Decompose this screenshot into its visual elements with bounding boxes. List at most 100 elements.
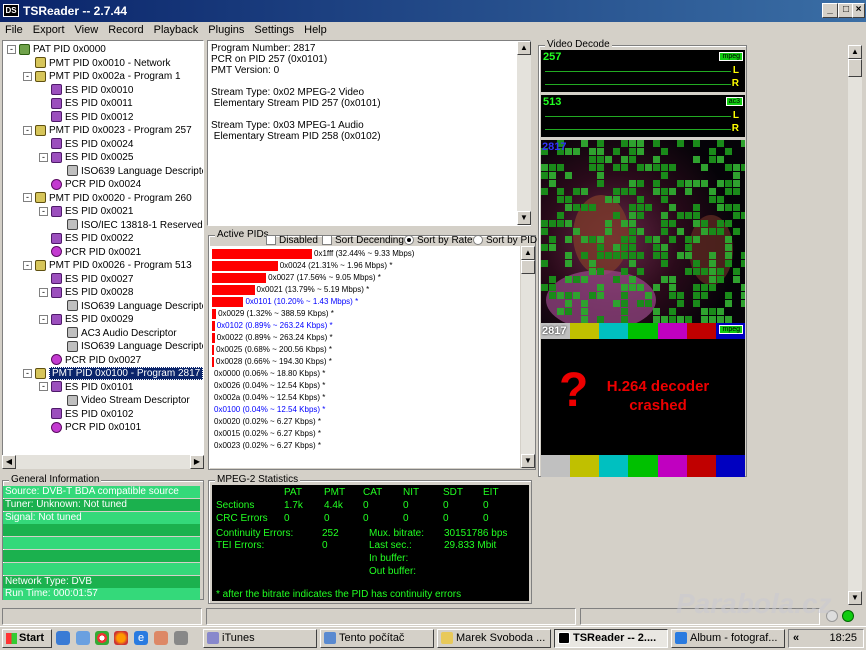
tree-node[interactable]: - PMT PID 0x0100 - Program 2817 — [23, 367, 203, 380]
pid-row[interactable]: 0x0020 (0.02% ~ 6.27 Kbps) * — [212, 416, 321, 428]
tree-node[interactable]: ES PID 0x0027 — [39, 273, 133, 286]
tree-expander-icon[interactable]: - — [39, 287, 48, 297]
scroll-down-icon[interactable]: ▼ — [517, 211, 531, 225]
video-scroll-thumb[interactable] — [848, 59, 862, 77]
tree-node[interactable]: - ES PID 0x0025 — [39, 151, 133, 164]
pid-row[interactable]: 0x0027 (17.56% ~ 9.05 Mbps) * — [212, 272, 381, 284]
taskbar-item-my-computer[interactable]: Tento počítač — [320, 629, 434, 648]
internet-explorer-icon[interactable]: e — [134, 631, 148, 645]
show-desktop-icon[interactable] — [56, 631, 70, 645]
pids-vertical-scrollbar[interactable]: ▲ ▼ — [521, 246, 535, 468]
pids-scroll-thumb[interactable] — [521, 260, 535, 274]
tree-node[interactable]: - ES PID 0x0028 — [39, 286, 133, 299]
pid-row[interactable]: 0x0029 (1.32% ~ 388.59 Kbps) * — [212, 308, 334, 320]
tree-expander-icon[interactable]: - — [39, 206, 48, 216]
tree-node[interactable]: - ES PID 0x0021 — [39, 205, 133, 218]
pid-row[interactable]: 0x0015 (0.02% ~ 6.27 Kbps) * — [212, 428, 321, 440]
tree-expander-icon[interactable]: - — [23, 125, 32, 135]
tree-node[interactable]: - PMT PID 0x0023 - Program 257 — [23, 124, 192, 137]
pid-row[interactable]: 0x0028 (0.66% ~ 194.30 Kbps) * — [212, 356, 332, 368]
quick-launch-icon-2[interactable] — [154, 631, 168, 645]
tree-node[interactable]: PCR PID 0x0024 — [39, 178, 141, 191]
tree-node[interactable]: AC3 Audio Descriptor — [55, 327, 177, 340]
title-bar[interactable]: DS TSReader -- 2.7.44 _ □ × — [0, 0, 866, 22]
quick-launch-icon[interactable] — [76, 631, 90, 645]
tree-node[interactable]: - PAT PID 0x0000 — [7, 43, 106, 56]
tree-node[interactable]: - ES PID 0x0101 — [39, 381, 133, 394]
taskbar-item-itunes[interactable]: iTunes — [203, 629, 317, 648]
tree-expander-icon[interactable]: - — [39, 152, 48, 162]
scroll-up-icon[interactable]: ▲ — [848, 45, 862, 59]
tree-node[interactable]: ES PID 0x0022 — [39, 232, 133, 245]
tree-horizontal-scrollbar[interactable]: ◀ ▶ — [2, 455, 204, 469]
tree-expander-icon[interactable]: - — [23, 368, 32, 378]
tree-node[interactable]: ISO/IEC 13818-1 Reserved D — [55, 219, 203, 232]
menu-file[interactable]: File — [0, 22, 28, 36]
close-button[interactable]: × — [852, 3, 865, 18]
pid-row[interactable]: 0x0024 (21.31% ~ 1.96 Mbps) * — [212, 260, 392, 272]
taskbar-item-folder[interactable]: Marek Svoboda ... — [437, 629, 551, 648]
taskbar-item-tsreader[interactable]: TSReader -- 2.... — [554, 629, 668, 648]
pid-row[interactable]: 0x0101 (10.20% ~ 1.43 Mbps) * — [212, 296, 358, 308]
quick-launch-icon-3[interactable] — [174, 631, 188, 645]
pid-row[interactable]: 0x0100 (0.04% ~ 12.54 Kbps) * — [212, 404, 325, 416]
tree-expander-icon[interactable]: - — [7, 44, 16, 54]
menu-view[interactable]: View — [70, 22, 104, 36]
tree-node[interactable]: ES PID 0x0024 — [39, 138, 133, 151]
tree-node[interactable]: Video Stream Descriptor — [55, 394, 190, 407]
tree-node[interactable]: PMT PID 0x0010 - Network — [23, 57, 171, 70]
tree-node[interactable]: ISO639 Language Descriptor — [55, 340, 203, 353]
tree-node[interactable]: - PMT PID 0x0020 - Program 260 — [23, 192, 192, 205]
tray-expand-icon[interactable]: « — [793, 630, 799, 647]
scroll-right-icon[interactable]: ▶ — [190, 455, 204, 469]
tree-node[interactable]: ES PID 0x0011 — [39, 97, 133, 110]
firefox-icon[interactable] — [114, 631, 128, 645]
pid-row[interactable]: 0x0000 (0.06% ~ 18.80 Kbps) * — [212, 368, 325, 380]
tree-node[interactable]: PCR PID 0x0101 — [39, 421, 141, 434]
tree-node[interactable]: ES PID 0x0010 — [39, 84, 133, 97]
disabled-checkbox[interactable]: Disabled — [266, 235, 318, 246]
tree-expander-icon[interactable]: - — [23, 260, 32, 270]
menu-plugins[interactable]: Plugins — [203, 22, 249, 36]
scroll-down-icon[interactable]: ▼ — [848, 591, 862, 605]
scroll-left-icon[interactable]: ◀ — [2, 455, 16, 469]
menu-record[interactable]: Record — [103, 22, 148, 36]
tree-node[interactable]: ISO639 Language Descriptor — [55, 300, 203, 313]
video-vertical-scrollbar[interactable]: ▲ ▼ — [848, 45, 862, 605]
menu-playback[interactable]: Playback — [149, 22, 204, 36]
start-button[interactable]: Start — [2, 629, 52, 648]
pid-tree[interactable]: - PAT PID 0x0000 PMT PID 0x0010 - Network -… — [2, 40, 204, 468]
tree-node[interactable]: ISO639 Language Descriptor — [55, 165, 203, 178]
menu-settings[interactable]: Settings — [249, 22, 299, 36]
sort-by-pid-radio[interactable]: Sort by PID — [473, 235, 537, 246]
pid-row[interactable]: 0x1fff (32.44% ~ 9.33 Mbps) — [212, 248, 414, 260]
pid-row[interactable]: 0x0026 (0.04% ~ 12.54 Kbps) * — [212, 380, 325, 392]
menu-export[interactable]: Export — [28, 22, 70, 36]
info-vertical-scrollbar[interactable]: ▲ ▼ — [517, 41, 531, 225]
pid-row[interactable]: 0x0021 (13.79% ~ 5.19 Mbps) * — [212, 284, 369, 296]
tree-node[interactable]: - PMT PID 0x0026 - Program 513 — [23, 259, 192, 272]
tree-expander-icon[interactable]: - — [23, 71, 32, 81]
tree-node[interactable]: PCR PID 0x0027 — [39, 354, 141, 367]
minimize-button[interactable]: _ — [822, 3, 838, 18]
sort-descending-checkbox[interactable]: Sort Decending — [322, 235, 404, 246]
pid-row[interactable]: 0x0023 (0.02% ~ 6.27 Kbps) * — [212, 440, 321, 452]
tree-node[interactable]: - ES PID 0x0029 — [39, 313, 133, 326]
pid-row[interactable]: 0x0025 (0.68% ~ 200.56 Kbps) * — [212, 344, 332, 356]
scroll-down-icon[interactable]: ▼ — [521, 454, 535, 468]
tree-node[interactable]: ES PID 0x0012 — [39, 111, 133, 124]
chrome-icon[interactable] — [95, 631, 109, 645]
tree-node[interactable]: - PMT PID 0x002a - Program 1 — [23, 70, 181, 83]
tree-node[interactable]: ES PID 0x0102 — [39, 408, 133, 421]
tree-node[interactable]: PCR PID 0x0021 — [39, 246, 141, 259]
scroll-up-icon[interactable]: ▲ — [521, 246, 535, 260]
pid-row[interactable]: 0x002a (0.04% ~ 12.54 Kbps) * — [212, 392, 325, 404]
menu-help[interactable]: Help — [299, 22, 332, 36]
tree-expander-icon[interactable]: - — [39, 382, 48, 392]
pid-row[interactable]: 0x0022 (0.89% ~ 263.24 Kbps) * — [212, 332, 333, 344]
tree-expander-icon[interactable]: - — [23, 193, 32, 203]
tree-expander-icon[interactable]: - — [39, 314, 48, 324]
active-pids-list[interactable]: 0x1fff (32.44% ~ 9.33 Mbps) 0x0024 (21.31… — [210, 246, 520, 468]
taskbar-item-album[interactable]: Album - fotograf... — [671, 629, 785, 648]
pid-row[interactable]: 0x0102 (0.89% ~ 263.24 Kbps) * — [212, 320, 333, 332]
